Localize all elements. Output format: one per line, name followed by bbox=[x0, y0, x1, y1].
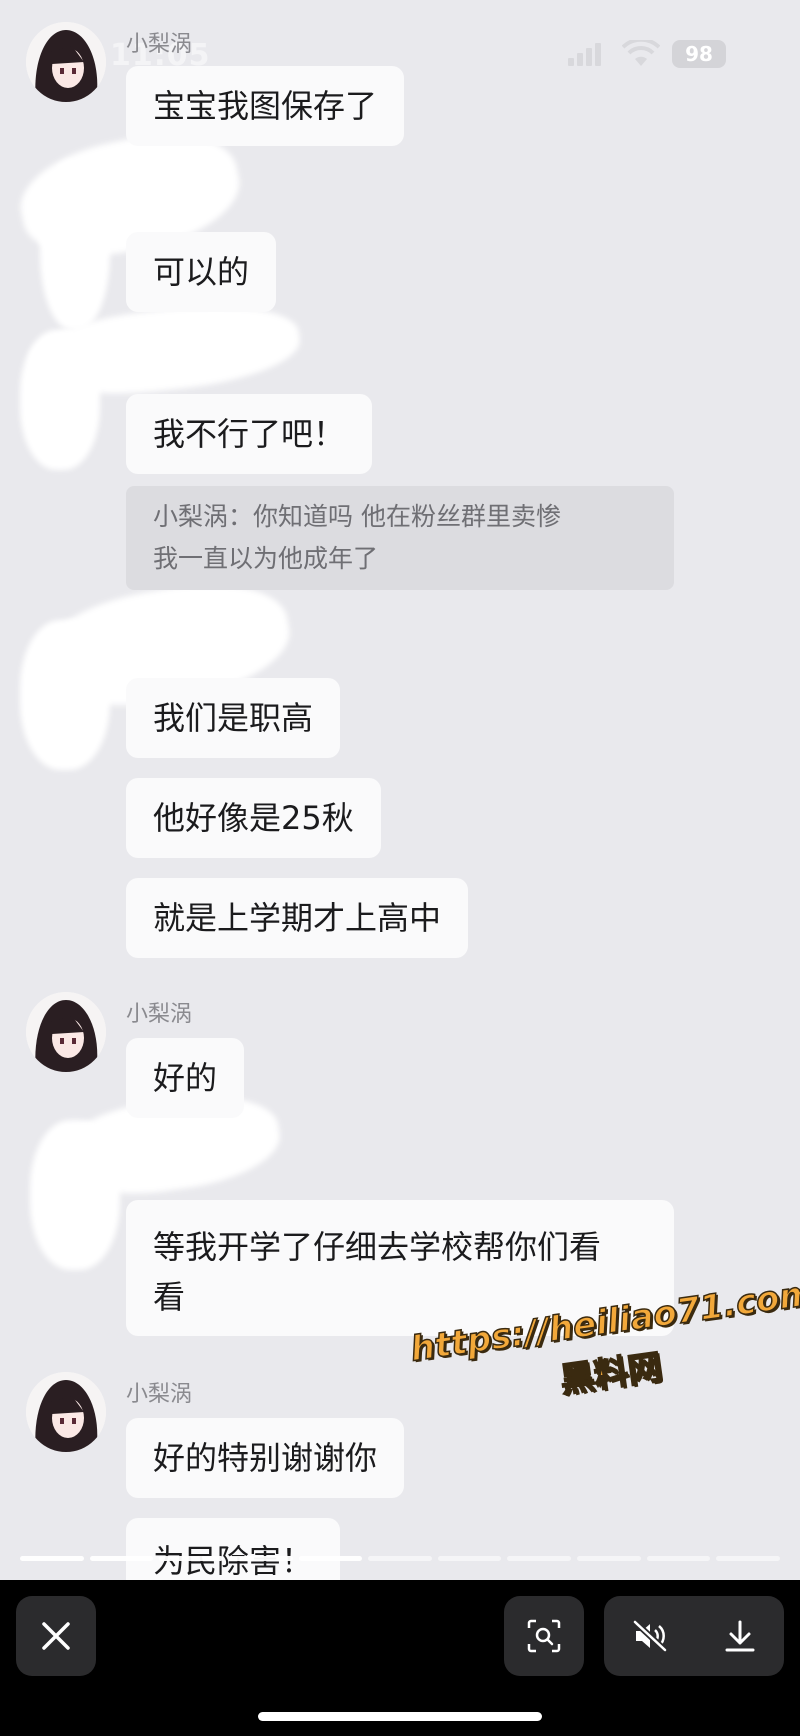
image-search-button[interactable] bbox=[504, 1596, 584, 1676]
speaker-muted-icon[interactable] bbox=[632, 1619, 668, 1653]
message-bubble[interactable]: 好的特别谢谢你 bbox=[126, 1418, 405, 1498]
progress-segment bbox=[646, 1556, 711, 1561]
anime-avatar-icon bbox=[26, 1372, 106, 1452]
progress-segment bbox=[368, 1556, 432, 1561]
progress-segment bbox=[577, 1556, 641, 1561]
redaction-scribble bbox=[20, 330, 100, 470]
contact-avatar[interactable] bbox=[26, 22, 106, 102]
story-progress bbox=[20, 1556, 781, 1562]
message-line: 看 bbox=[153, 1278, 186, 1316]
close-icon bbox=[42, 1622, 70, 1650]
progress-segment bbox=[507, 1556, 572, 1561]
close-button[interactable] bbox=[16, 1596, 96, 1676]
redaction-scribble bbox=[40, 160, 110, 330]
chat-screenshot: 11:05 98 小梨涡 宝宝我图保存了 可以的 我不行了吧！ 小梨涡：你知道吗… bbox=[0, 0, 800, 1580]
download-icon[interactable] bbox=[724, 1619, 756, 1653]
progress-segment bbox=[298, 1556, 363, 1561]
message-bubble[interactable]: 宝宝我图保存了 bbox=[126, 66, 405, 146]
progress-segment bbox=[159, 1556, 223, 1561]
sender-name: 小梨涡 bbox=[126, 1002, 193, 1027]
anime-avatar-icon bbox=[26, 22, 106, 102]
redaction-scribble bbox=[30, 1120, 120, 1270]
message-bubble[interactable]: 可以的 bbox=[126, 232, 277, 312]
battery-icon: 98 bbox=[672, 40, 726, 68]
redaction-scribble bbox=[20, 620, 110, 770]
progress-segment bbox=[20, 1556, 84, 1561]
signal-icon bbox=[568, 43, 601, 66]
sender-name: 小梨涡 bbox=[126, 1382, 193, 1407]
wifi-icon bbox=[622, 40, 660, 66]
progress-segment bbox=[716, 1556, 781, 1561]
image-search-icon bbox=[527, 1619, 561, 1653]
message-bubble[interactable]: 为民除害！ bbox=[126, 1518, 341, 1580]
contact-avatar[interactable] bbox=[26, 1372, 106, 1452]
message-line: 等我开学了仔细去学校帮你们看 bbox=[153, 1228, 602, 1266]
quote-line: 小梨涡：你知道吗 他在粉丝群里卖惨 bbox=[153, 502, 561, 531]
home-indicator[interactable] bbox=[258, 1712, 542, 1721]
quote-line: 我一直以为他成年了 bbox=[153, 544, 379, 573]
contact-avatar[interactable] bbox=[26, 992, 106, 1072]
media-controls-group bbox=[604, 1596, 784, 1676]
progress-segment bbox=[437, 1556, 502, 1561]
sender-name: 小梨涡 bbox=[126, 32, 193, 57]
anime-avatar-icon bbox=[26, 992, 106, 1072]
progress-segment bbox=[89, 1556, 154, 1561]
message-bubble[interactable]: 他好像是25秋 bbox=[126, 778, 381, 858]
message-bubble[interactable]: 好的 bbox=[126, 1038, 245, 1118]
quoted-message[interactable]: 小梨涡：你知道吗 他在粉丝群里卖惨 我一直以为他成年了 bbox=[126, 486, 674, 590]
message-bubble[interactable]: 我们是职高 bbox=[126, 678, 341, 758]
message-bubble[interactable]: 就是上学期才上高中 bbox=[126, 878, 469, 958]
progress-segment bbox=[228, 1556, 293, 1561]
message-bubble[interactable]: 我不行了吧！ bbox=[126, 394, 373, 474]
